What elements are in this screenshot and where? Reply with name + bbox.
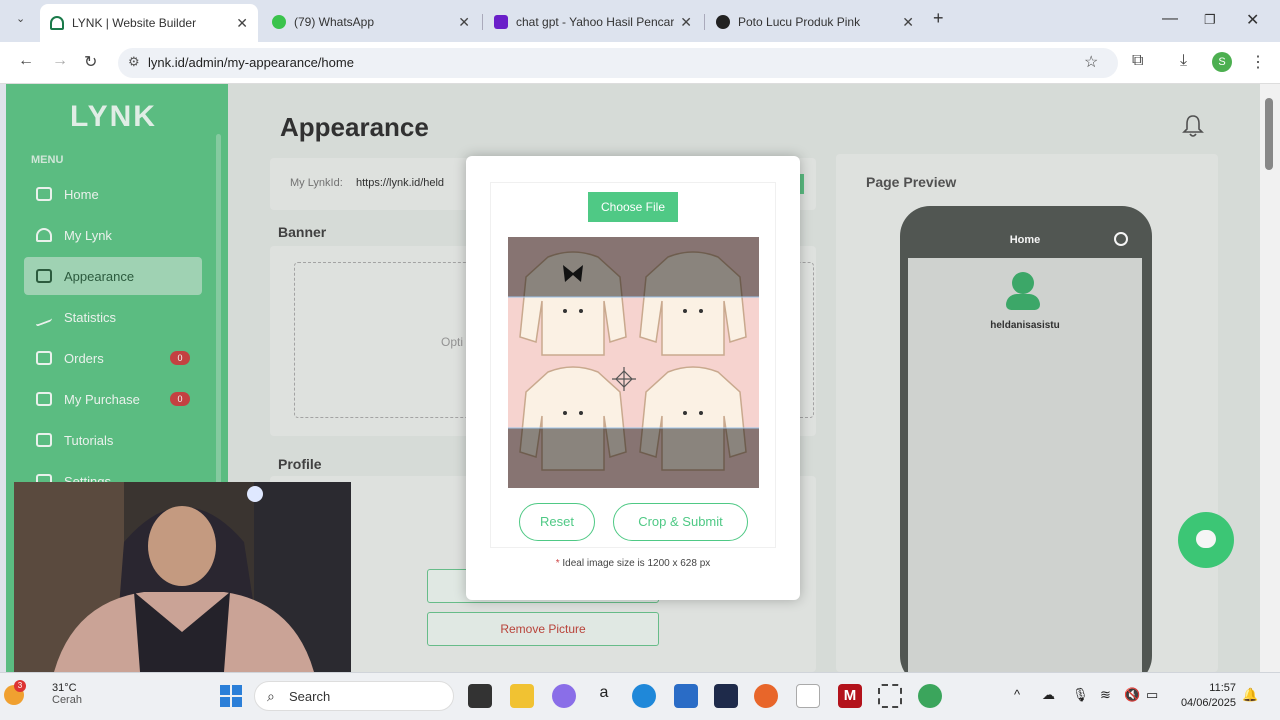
tab-lynk[interactable]: LYNK | Website Builder ✕ <box>40 4 258 42</box>
clock-date: 04/06/2025 <box>1180 697 1236 709</box>
restore-icon[interactable]: ❐ <box>1204 12 1216 28</box>
crop-canvas[interactable] <box>508 237 759 488</box>
windows-start-icon[interactable] <box>220 685 242 707</box>
url-field[interactable]: ⚙ lynk.id/admin/my-appearance/home <box>118 48 1118 78</box>
search-icon: ⌕ <box>267 688 275 704</box>
task-view-icon[interactable] <box>468 684 492 708</box>
webcam-overlay <box>14 482 351 672</box>
hint-text: Ideal image size is 1200 x 628 px <box>562 558 711 569</box>
address-bar-row: ← → ↻ ⚙ lynk.id/admin/my-appearance/home… <box>0 42 1280 84</box>
close-window-icon[interactable]: ✕ <box>1246 10 1259 30</box>
bookmark-star-icon[interactable]: ☆ <box>1084 52 1098 72</box>
close-tab-icon[interactable]: ✕ <box>680 14 692 31</box>
tab-label: Poto Lucu Produk Pink <box>738 15 861 29</box>
tab-separator <box>704 14 705 30</box>
minimize-icon[interactable]: — <box>1162 10 1178 28</box>
speaker-muted-icon[interactable]: 🔇 <box>1124 687 1140 703</box>
tab-whatsapp[interactable]: (79) WhatsApp ✕ <box>262 6 480 38</box>
hint-star: * <box>555 558 560 569</box>
whatsapp-favicon-icon <box>272 15 286 29</box>
taskbar-search-input[interactable]: ⌕ Search <box>254 681 454 711</box>
forward-icon[interactable]: → <box>52 52 68 70</box>
crop-submit-button[interactable]: Crop & Submit <box>613 503 748 541</box>
chatgpt-favicon-icon <box>716 15 730 29</box>
weather-badge: 3 <box>14 680 26 692</box>
page-scrollbar[interactable] <box>1260 84 1280 672</box>
tab-label: LYNK | Website Builder <box>72 16 197 30</box>
tab-yahoo[interactable]: chat gpt - Yahoo Hasil Pencaria ✕ <box>484 6 702 38</box>
store-icon[interactable] <box>674 684 698 708</box>
tab-label: chat gpt - Yahoo Hasil Pencaria <box>516 15 675 29</box>
weather-temp: 31°C <box>52 682 77 694</box>
yahoo-favicon-icon <box>494 15 508 29</box>
browser-tab-bar: ⌄ LYNK | Website Builder ✕ (79) WhatsApp… <box>0 0 1280 42</box>
firefox-icon[interactable] <box>754 684 778 708</box>
tab-search-icon[interactable]: ⌄ <box>16 12 25 25</box>
chrome-icon[interactable] <box>918 684 942 708</box>
show-hidden-icons-icon[interactable]: ^ <box>1014 687 1020 702</box>
download-icon[interactable]: ⤓ <box>1180 52 1187 70</box>
screen: ⌄ LYNK | Website Builder ✕ (79) WhatsApp… <box>0 0 1280 720</box>
taskbar-search-placeholder: Search <box>289 689 331 704</box>
extensions-icon[interactable]: ⧉ <box>1132 52 1143 70</box>
snipping-tool-icon[interactable] <box>878 684 902 708</box>
choose-file-button[interactable]: Choose File <box>588 192 678 222</box>
dropbox-icon[interactable] <box>714 684 738 708</box>
scroll-thumb[interactable] <box>1265 98 1273 170</box>
taskbar: 3 31°C Cerah ⌕ Search a M ^ ☁ 🎙 ≋ 🔇 ▭ 11… <box>0 672 1280 720</box>
more-menu-icon[interactable]: ⋮ <box>1250 52 1266 72</box>
reload-icon[interactable]: ↻ <box>84 52 97 72</box>
notifications-icon[interactable]: 🔔 <box>1242 687 1258 703</box>
edge-icon[interactable] <box>632 684 656 708</box>
tab-label: (79) WhatsApp <box>294 15 375 29</box>
reset-button[interactable]: Reset <box>519 503 595 541</box>
close-tab-icon[interactable]: ✕ <box>458 14 470 31</box>
crop-image-modal: Choose File Reset Crop & Submit * Ideal … <box>466 156 800 600</box>
clock-time: 11:57 <box>1209 682 1236 694</box>
profile-avatar-icon[interactable]: S <box>1212 52 1232 72</box>
site-info-icon[interactable]: ⚙ <box>128 54 140 70</box>
battery-icon[interactable]: ▭ <box>1146 687 1158 703</box>
weather-label: Cerah <box>52 694 82 706</box>
weather-widget[interactable]: 31°C Cerah <box>52 682 82 706</box>
close-tab-icon[interactable]: ✕ <box>902 14 914 31</box>
tab-separator <box>482 14 483 30</box>
document-icon[interactable] <box>796 684 820 708</box>
copilot-icon[interactable] <box>552 684 576 708</box>
new-tab-icon[interactable]: + <box>933 8 944 29</box>
wifi-icon[interactable]: ≋ <box>1100 687 1111 703</box>
file-explorer-icon[interactable] <box>510 684 534 708</box>
system-clock[interactable]: 11:57 04/06/2025 <box>1172 681 1236 711</box>
image-size-hint: * Ideal image size is 1200 x 628 px <box>466 558 800 569</box>
back-icon[interactable]: ← <box>18 52 34 70</box>
cloud-icon[interactable]: ☁ <box>1042 687 1055 703</box>
close-tab-icon[interactable]: ✕ <box>236 15 248 32</box>
tab-poto[interactable]: Poto Lucu Produk Pink ✕ <box>706 6 924 38</box>
url-text: lynk.id/admin/my-appearance/home <box>148 55 354 70</box>
sweater-image <box>508 237 759 488</box>
amazon-icon[interactable]: a <box>592 684 616 708</box>
webcam-person-image <box>14 482 351 672</box>
lynk-favicon-icon <box>50 16 64 30</box>
microphone-icon[interactable]: 🎙 <box>1072 687 1089 703</box>
mcafee-icon[interactable]: M <box>838 684 862 708</box>
